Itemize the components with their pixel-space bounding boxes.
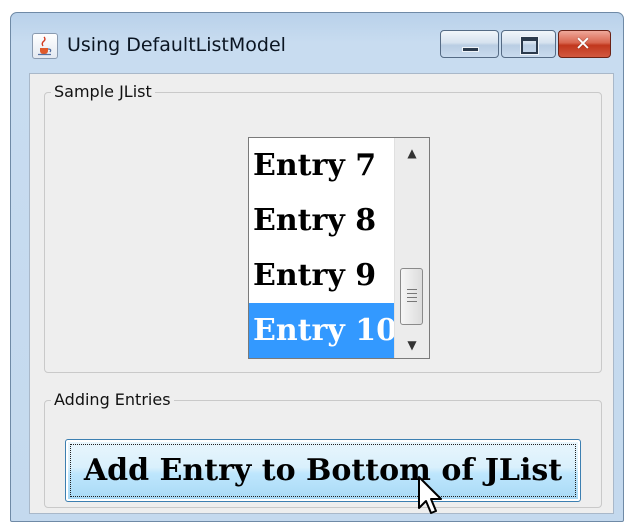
app-window: Using DefaultListModel ✕ Sample JList En… (10, 12, 624, 522)
minimize-button[interactable] (440, 30, 499, 58)
add-entry-button[interactable]: Add Entry to Bottom of JList (65, 439, 581, 502)
minimize-icon (462, 47, 479, 52)
close-icon: ✕ (575, 33, 591, 55)
scroll-down-arrow-icon[interactable]: ▼ (395, 332, 429, 358)
sample-jlist[interactable]: Entry 7 Entry 8 Entry 9 Entry 10 ▲ ▼ (248, 137, 430, 359)
scroll-up-arrow-icon[interactable]: ▲ (395, 140, 429, 166)
window-title: Using DefaultListModel (67, 34, 286, 56)
scroll-thumb[interactable] (400, 268, 423, 325)
list-item-entry-10[interactable]: Entry 10 (249, 303, 397, 358)
mouse-pointer-icon (418, 476, 442, 514)
list-item-entry-8[interactable]: Entry 8 (249, 193, 394, 248)
title-bar[interactable]: Using DefaultListModel ✕ (11, 13, 623, 73)
list-item-entry-9[interactable]: Entry 9 (249, 248, 394, 303)
adding-entries-group-label: Adding Entries (51, 390, 174, 410)
adding-entries-group: Adding Entries Add Entry to Bottom of JL… (44, 390, 602, 508)
list-viewport: Entry 7 Entry 8 Entry 9 Entry 10 (249, 138, 397, 358)
sample-jlist-group-label: Sample JList (51, 82, 155, 102)
java-cup-icon[interactable] (32, 33, 58, 59)
maximize-icon (521, 37, 538, 54)
close-button[interactable]: ✕ (558, 30, 611, 58)
list-item-entry-7[interactable]: Entry 7 (249, 138, 394, 193)
vertical-scrollbar[interactable]: ▲ ▼ (394, 138, 429, 358)
content-pane: Sample JList Entry 7 Entry 8 Entry 9 Ent… (29, 73, 614, 514)
add-entry-button-label: Add Entry to Bottom of JList (83, 453, 563, 488)
maximize-button[interactable] (501, 30, 556, 58)
grip-icon (407, 289, 417, 303)
